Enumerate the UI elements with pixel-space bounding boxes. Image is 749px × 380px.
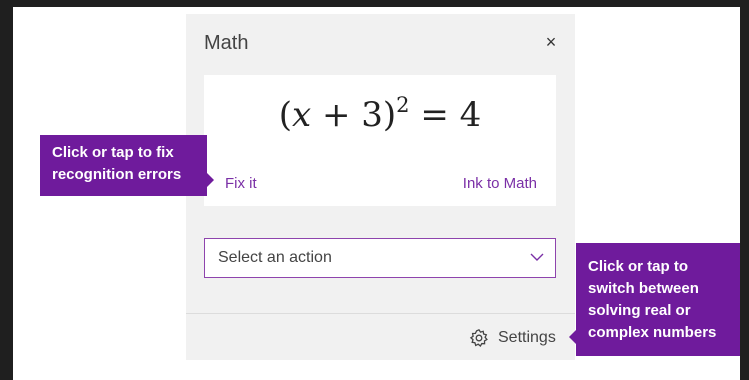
chevron-down-icon — [530, 253, 544, 261]
settings-callout-line: complex numbers — [588, 324, 717, 341]
fix-it-callout-line: Click or tap to fix — [52, 144, 174, 161]
math-pane: Math × (x + 3)2 = 4 Fix it Ink to Math S… — [186, 14, 575, 360]
settings-callout-line: switch between — [588, 280, 699, 297]
gear-icon — [469, 328, 488, 347]
equation-rhs: = 4 — [409, 95, 482, 135]
pane-title: Math — [204, 32, 249, 54]
equation-card: (x + 3)2 = 4 Fix it Ink to Math — [204, 75, 556, 206]
close-button[interactable]: × — [542, 32, 560, 52]
window-frame-top — [0, 0, 749, 7]
fix-it-callout: Click or tap to fix recognition errors — [40, 135, 214, 196]
action-select-dropdown[interactable]: Select an action — [204, 238, 556, 278]
window-frame-right — [740, 0, 749, 380]
fix-it-link[interactable]: Fix it — [225, 175, 257, 192]
settings-label: Settings — [498, 329, 556, 346]
equation-variable: x — [291, 95, 312, 135]
settings-callout-line: Click or tap to — [588, 258, 689, 275]
ink-to-math-link[interactable]: Ink to Math — [463, 175, 537, 192]
settings-callout-line: solving real or — [588, 302, 691, 319]
window-frame-left — [0, 0, 13, 380]
settings-button[interactable]: Settings — [469, 326, 556, 350]
equation-display: (x + 3)2 = 4 — [204, 93, 556, 135]
footer-divider — [186, 313, 575, 314]
settings-callout: Click or tap to switch between solving r… — [569, 243, 740, 356]
fix-it-callout-line: recognition errors — [52, 166, 182, 183]
equation-exponent: 2 — [396, 93, 410, 117]
action-select-value: Select an action — [218, 249, 332, 266]
equation-open-paren: ( — [278, 95, 292, 135]
equation-base-rest: + 3) — [311, 95, 397, 135]
